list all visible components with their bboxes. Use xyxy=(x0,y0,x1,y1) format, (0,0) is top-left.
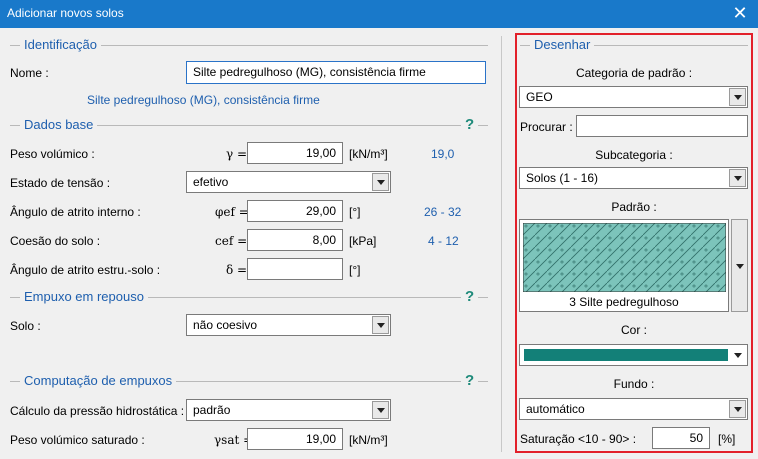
estru-unit: [°] xyxy=(349,263,361,277)
coesao-label: Coesão do solo : xyxy=(10,234,101,248)
estru-label: Ângulo de atrito estru.-solo : xyxy=(10,263,161,277)
peso-hint: 19,0 xyxy=(431,147,455,161)
chevron-down-icon[interactable] xyxy=(729,169,746,187)
chevron-down-icon[interactable] xyxy=(372,173,389,191)
section-title-empuxo-repouso: Empuxo em repouso xyxy=(20,289,148,304)
delta-symbol: δ = xyxy=(226,263,248,277)
chevron-down-icon[interactable] xyxy=(729,88,746,106)
name-label: Nome : xyxy=(10,66,49,80)
pressao-label: Cálculo da pressão hidrostática : xyxy=(10,404,185,418)
title-bar: Adicionar novos solos ✕ xyxy=(0,0,758,28)
atrito-label: Ângulo de atrito interno : xyxy=(10,205,141,219)
section-title-desenhar: Desenhar xyxy=(530,37,595,52)
categoria-value: GEO xyxy=(526,90,553,104)
cohesion-symbol: cef = xyxy=(215,234,248,248)
chevron-down-icon[interactable] xyxy=(372,316,389,334)
pattern-dropdown-button[interactable] xyxy=(731,219,748,312)
categoria-label: Categoria de padrão : xyxy=(575,66,693,80)
help-icon[interactable]: ? xyxy=(461,116,479,133)
padrao-label: Padrão : xyxy=(611,200,657,214)
pressao-value: padrão xyxy=(193,403,231,417)
phi-symbol: φef = xyxy=(215,205,249,219)
subcategoria-label: Subcategoria : xyxy=(595,148,673,162)
procurar-input[interactable] xyxy=(576,115,748,137)
help-icon[interactable]: ? xyxy=(461,288,479,305)
cor-label: Cor : xyxy=(620,323,647,337)
section-title-dados-base: Dados base xyxy=(20,117,98,132)
column-divider xyxy=(501,36,502,452)
atrito-input[interactable]: 29,00 xyxy=(247,200,343,222)
name-input[interactable]: Silte pedregulhoso (MG), consistência fi… xyxy=(186,61,486,84)
chevron-down-icon xyxy=(734,353,742,358)
sat-unit: [kN/m³] xyxy=(349,433,388,447)
coesao-input[interactable]: 8,00 xyxy=(247,229,343,251)
estado-label: Estado de tensão : xyxy=(10,176,111,190)
peso-input[interactable]: 19,00 xyxy=(247,142,343,164)
sat-label: Peso volúmico saturado : xyxy=(10,433,145,447)
help-icon[interactable]: ? xyxy=(461,372,479,389)
section-title-computacao: Computação de empuxos xyxy=(20,373,177,388)
atrito-unit: [°] xyxy=(349,205,361,219)
subcategoria-select[interactable]: Solos (1 - 16) xyxy=(519,167,748,189)
subcategoria-value: Solos (1 - 16) xyxy=(526,171,599,185)
sat-input[interactable]: 19,00 xyxy=(247,428,343,450)
coesao-hint: 4 - 12 xyxy=(428,234,459,248)
fundo-value: automático xyxy=(526,402,585,416)
color-swatch xyxy=(524,349,728,361)
peso-label: Peso volúmico : xyxy=(10,147,95,161)
coesao-unit: [kPa] xyxy=(349,234,377,248)
pattern-swatch xyxy=(523,223,726,292)
name-preview: Silte pedregulhoso (MG), consistência fi… xyxy=(87,93,320,107)
cor-select[interactable] xyxy=(519,344,748,366)
chevron-down-icon xyxy=(736,264,744,269)
atrito-hint: 26 - 32 xyxy=(424,205,462,219)
fundo-label: Fundo : xyxy=(613,377,655,391)
gamma-symbol: γ = xyxy=(226,147,248,161)
chevron-down-icon[interactable] xyxy=(372,401,389,419)
section-title-identificacao: Identificação xyxy=(20,37,101,52)
saturacao-label: Saturação <10 - 90> : xyxy=(520,432,637,446)
solo-label: Solo : xyxy=(10,319,41,333)
procurar-label: Procurar : xyxy=(520,120,573,134)
window-title: Adicionar novos solos xyxy=(7,6,124,20)
pattern-name: 3 Silte pedregulhoso xyxy=(569,295,679,309)
pattern-picker[interactable]: 3 Silte pedregulhoso xyxy=(519,219,729,312)
peso-unit: [kN/m³] xyxy=(349,147,388,161)
close-icon[interactable]: ✕ xyxy=(730,2,750,24)
solo-select[interactable]: não coesivo xyxy=(186,314,391,336)
saturacao-unit: [%] xyxy=(718,432,736,446)
pressao-select[interactable]: padrão xyxy=(186,399,391,421)
estado-select[interactable]: efetivo xyxy=(186,171,391,193)
estado-value: efetivo xyxy=(193,175,229,189)
solo-value: não coesivo xyxy=(193,318,258,332)
chevron-down-icon[interactable] xyxy=(729,400,746,418)
fundo-select[interactable]: automático xyxy=(519,398,748,420)
categoria-select[interactable]: GEO xyxy=(519,86,748,108)
estru-input[interactable] xyxy=(247,258,343,280)
saturacao-input[interactable]: 50 xyxy=(652,427,710,449)
